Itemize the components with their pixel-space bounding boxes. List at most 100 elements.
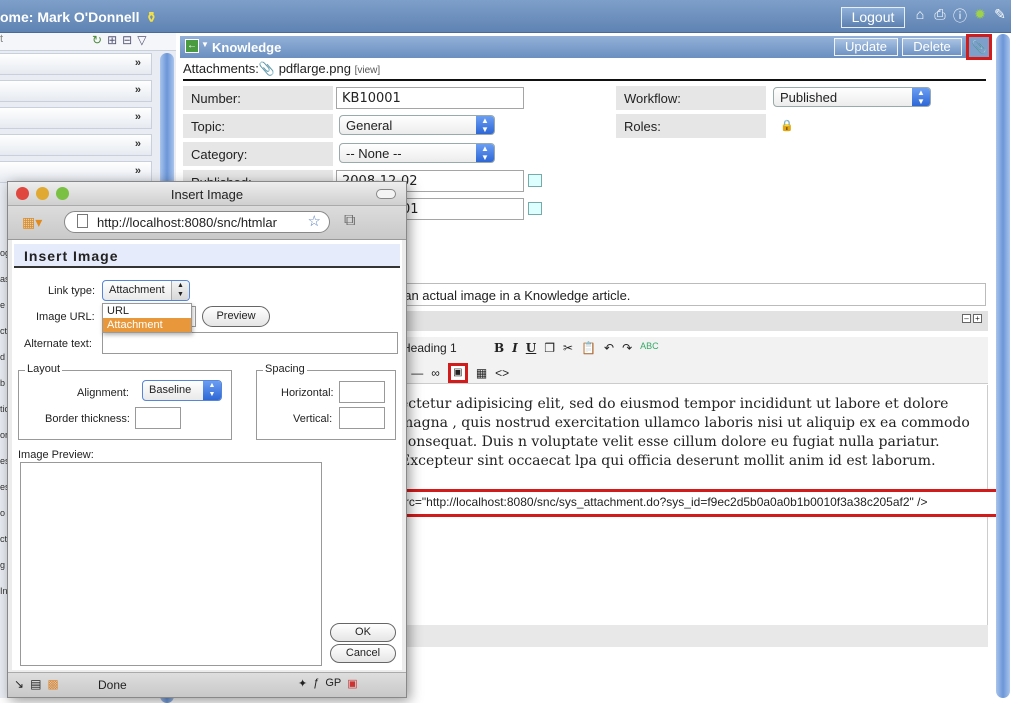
window-titlebar[interactable]: Insert Image	[8, 182, 406, 206]
bold-button[interactable]: B	[494, 341, 504, 355]
workflow-select[interactable]: Published ▲ ▼	[773, 87, 931, 107]
cursor-icon[interactable]: ↘	[14, 677, 24, 691]
pdf-icon[interactable]: ▣	[347, 677, 357, 690]
toolbar-row-2: ■ — ∞ ▣ ▦ <>	[396, 363, 509, 383]
html-source-icon[interactable]: <>	[495, 366, 509, 380]
help-icon[interactable]: ⓘ	[952, 6, 968, 24]
attachment-icon[interactable]: 📎	[966, 34, 992, 60]
label-fragment: og	[0, 248, 7, 258]
update-button[interactable]: Update	[834, 38, 898, 56]
vertical-spacing-field[interactable]	[339, 407, 385, 429]
expand-chevron-icon[interactable]: »	[135, 138, 141, 150]
underline-button[interactable]: U	[526, 341, 536, 355]
expand-chevron-icon[interactable]: »	[135, 111, 141, 123]
expand-chevron-icon[interactable]: »	[135, 84, 141, 96]
nav-section[interactable]: »	[0, 107, 152, 129]
attachment-file-link[interactable]: pdflarge.png	[279, 61, 351, 76]
expand-chevron-icon[interactable]: »	[135, 57, 141, 69]
alignment-value: Baseline	[149, 384, 192, 396]
chevron-down-icon[interactable]: ▽	[137, 33, 146, 47]
short-description-field[interactable]: t an actual image in a Knowledge article…	[396, 283, 986, 306]
spellcheck-icon[interactable]: ABC	[640, 341, 659, 355]
label-fragment: or	[0, 430, 7, 440]
cancel-button[interactable]: Cancel	[330, 644, 396, 663]
status-text: Done	[98, 678, 127, 692]
label-fragment: as	[0, 274, 7, 284]
gp-icon[interactable]: GP	[325, 677, 341, 690]
number-label: Number:	[183, 86, 333, 110]
link-icon[interactable]: ∞	[431, 366, 440, 380]
home-icon[interactable]: ⌂	[912, 6, 928, 24]
status-icons-right: ✦ ƒ GP ▣	[298, 677, 358, 690]
label-fragment: tic	[0, 404, 7, 414]
delete-button[interactable]: Delete	[902, 38, 962, 56]
collapse-icon[interactable]: –	[962, 314, 971, 323]
wand-icon[interactable]: ✦	[298, 677, 307, 690]
option-attachment[interactable]: Attachment	[103, 318, 191, 332]
category-value: -- None --	[346, 146, 402, 161]
attachment-view-link[interactable]: [view]	[355, 65, 381, 76]
menu-caret-icon[interactable]: ▼	[201, 40, 209, 49]
category-select[interactable]: -- None -- ▲ ▼	[339, 143, 495, 163]
copy-icon[interactable]: ❐	[544, 341, 555, 355]
lightbulb-icon[interactable]: ⚱	[145, 9, 157, 25]
bookmark-star-icon[interactable]: ☆	[308, 212, 321, 230]
expand-all-icon[interactable]: ⊞	[107, 33, 117, 47]
border-thickness-field[interactable]	[135, 407, 181, 429]
alternate-text-field[interactable]	[102, 332, 398, 354]
edit-icon[interactable]: ✎	[992, 6, 1008, 24]
number-field[interactable]: KB10001	[336, 87, 524, 109]
nav-section[interactable]: »	[0, 80, 152, 102]
collapse-all-icon[interactable]: ⊟	[122, 33, 132, 47]
editor-text: ectetur adipisicing elit, sed do eiusmod…	[400, 396, 970, 469]
divider	[183, 79, 986, 81]
form-title: Knowledge	[212, 40, 282, 55]
link-type-select[interactable]: Attachment ▲ ▼	[102, 280, 190, 301]
back-arrow-icon[interactable]: ←	[185, 39, 199, 53]
alignment-label: Alignment:	[77, 387, 129, 399]
navigator-filter[interactable]: t ↻ ⊞ ⊟ ▽	[0, 33, 176, 51]
header-icons: ⌂ ⎙ ⓘ ✹ ✎	[912, 6, 1008, 24]
page-scrollbar[interactable]	[996, 34, 1010, 698]
topic-select[interactable]: General ▲ ▼	[339, 115, 495, 135]
refresh-icon[interactable]: ↻	[92, 33, 102, 47]
new-window-icon[interactable]: ⧉	[344, 212, 355, 230]
expand-icon[interactable]: +	[973, 314, 982, 323]
cut-icon[interactable]: ✂	[563, 341, 573, 355]
url-field[interactable]: http://localhost:8080/snc/htmlar ☆	[64, 211, 330, 233]
label-fragment: o	[0, 508, 6, 518]
nav-section[interactable]: »	[0, 134, 152, 156]
alignment-select[interactable]: Baseline ▲ ▼	[142, 380, 222, 401]
editor-footer	[396, 625, 988, 647]
heading-select[interactable]: Heading 1	[402, 341, 457, 361]
horizontal-rule-icon[interactable]: —	[411, 366, 423, 380]
preview-button[interactable]: Preview	[202, 306, 270, 327]
screen-icon[interactable]: ▤	[30, 677, 41, 691]
undo-icon[interactable]: ↶	[604, 341, 614, 355]
script-icon[interactable]: ƒ	[313, 677, 319, 690]
lock-icon[interactable]: 🔒	[780, 119, 794, 132]
expand-chevron-icon[interactable]: »	[135, 165, 141, 177]
print-icon[interactable]: ⎙	[932, 6, 948, 24]
nav-section[interactable]: »	[0, 161, 152, 183]
apps-grid-icon[interactable]: ▦▾	[22, 214, 42, 231]
horizontal-spacing-field[interactable]	[339, 381, 385, 403]
insert-image-icon[interactable]: ▣	[447, 363, 468, 383]
calendar-icon[interactable]	[528, 202, 542, 215]
option-url[interactable]: URL	[103, 304, 191, 318]
table-icon[interactable]: ▦	[476, 366, 487, 380]
border-thickness-label: Border thickness:	[45, 413, 130, 425]
toolbar-toggle-icon[interactable]	[376, 189, 396, 199]
alternate-text-label: Alternate text:	[24, 338, 92, 350]
chart-icon[interactable]: ▩	[47, 677, 58, 691]
image-preview-area	[20, 462, 322, 666]
logout-button[interactable]: Logout	[841, 7, 905, 28]
bug-icon[interactable]: ✹	[972, 6, 988, 24]
calendar-icon[interactable]	[528, 174, 542, 187]
redo-icon[interactable]: ↷	[622, 341, 632, 355]
image-preview-label: Image Preview:	[18, 449, 94, 461]
paste-icon[interactable]: 📋	[581, 341, 596, 355]
italic-button[interactable]: I	[512, 341, 518, 355]
ok-button[interactable]: OK	[330, 623, 396, 642]
nav-section[interactable]: »	[0, 53, 152, 75]
